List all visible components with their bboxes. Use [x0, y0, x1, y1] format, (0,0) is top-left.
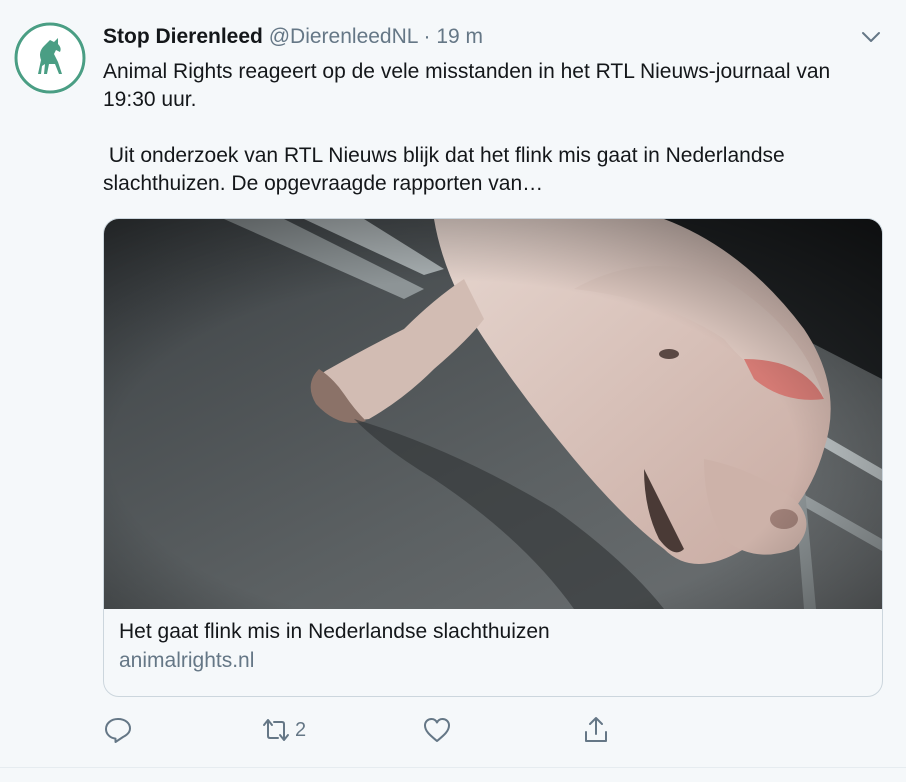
retweet-icon	[263, 719, 289, 741]
link-card[interactable]: Het gaat flink mis in Nederlandse slacht…	[103, 218, 883, 697]
heart-icon	[424, 718, 450, 742]
chevron-down-icon[interactable]	[860, 26, 882, 48]
retweet-button[interactable]: 2	[261, 712, 306, 748]
handle[interactable]: @DierenleedNL	[269, 25, 418, 48]
timestamp[interactable]: 19 m	[436, 25, 483, 48]
like-button[interactable]	[422, 712, 452, 748]
reply-icon	[105, 718, 131, 743]
card-title[interactable]: Het gaat flink mis in Nederlandse slacht…	[119, 619, 867, 645]
card-meta[interactable]: Het gaat flink mis in Nederlandse slacht…	[104, 609, 882, 685]
tweet-text-paragraph-1: Animal Rights reageert op de vele missta…	[103, 60, 837, 111]
tweet-text: Animal Rights reageert op de vele missta…	[103, 58, 883, 198]
share-icon	[585, 717, 607, 742]
card-domain[interactable]: animalrights.nl	[119, 647, 867, 675]
share-button[interactable]	[581, 712, 611, 748]
separator: ·	[423, 25, 431, 48]
tweet[interactable]: Stop Dierenleed @DierenleedNL · 19 m Ani…	[0, 0, 906, 768]
avatar[interactable]	[14, 22, 86, 94]
horse-logo-icon	[14, 22, 86, 94]
retweet-count: 2	[295, 718, 307, 741]
tweet-text-paragraph-2: Uit onderzoek van RTL Nieuws blijk dat h…	[103, 144, 791, 195]
tweet-actions: 2	[103, 712, 663, 748]
card-image[interactable]	[104, 219, 882, 609]
tweet-header: Stop Dierenleed @DierenleedNL · 19 m	[103, 24, 866, 50]
display-name[interactable]: Stop Dierenleed	[103, 25, 263, 48]
reply-button[interactable]	[103, 712, 133, 748]
